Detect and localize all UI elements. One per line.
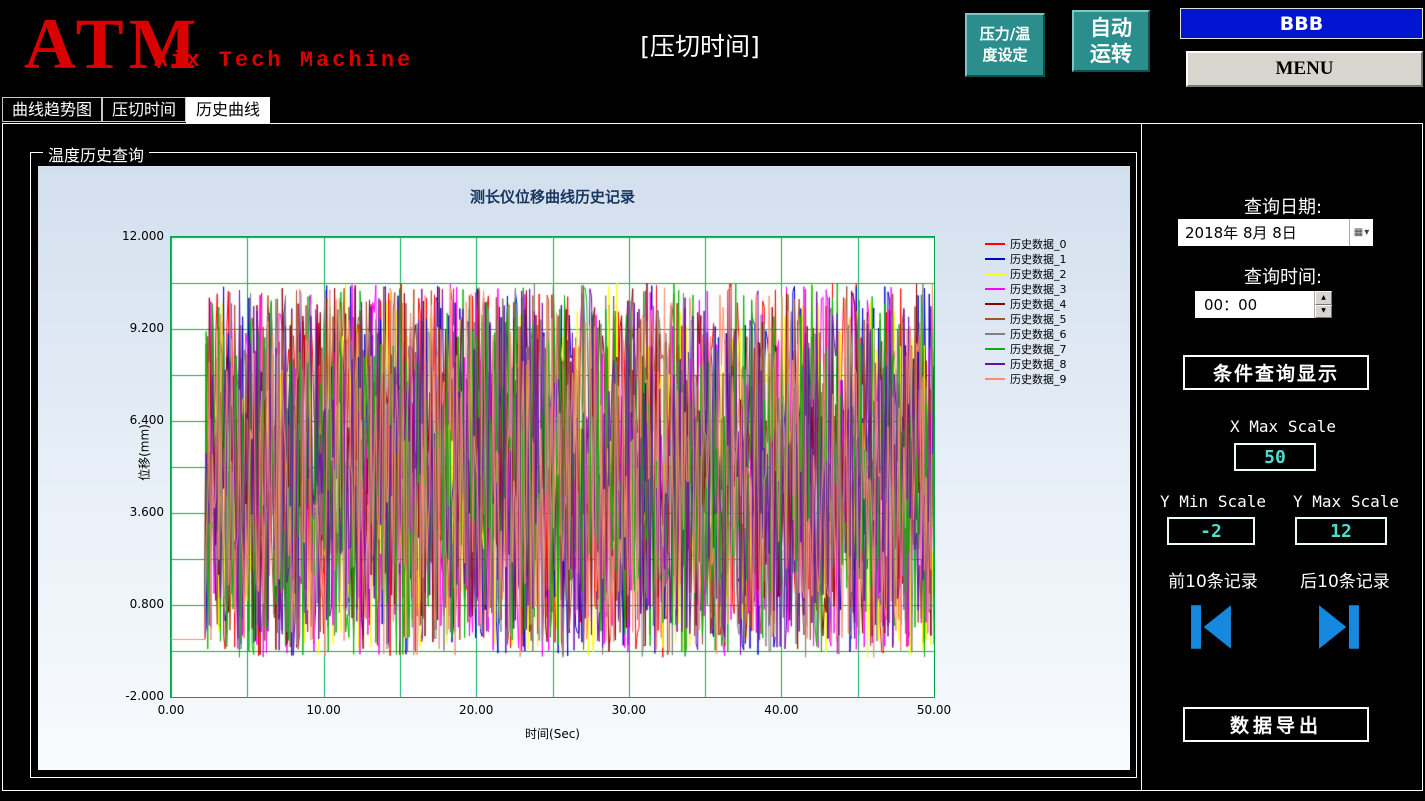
legend-series-label: 历史数据_1 [1010, 253, 1067, 266]
conditional-query-button[interactable]: 条件查询显示 [1183, 355, 1369, 390]
legend-series-label: 历史数据_8 [1010, 358, 1067, 371]
page-title: [压切时间] [640, 32, 760, 61]
query-control-panel: 查询日期: 2018年 8月 8日 ▦ ▾ 查询时间: 00：00 ▲ ▼ 条件查… [1143, 123, 1423, 791]
auto-run-button[interactable]: 自动 运转 [1072, 10, 1150, 72]
menu-button[interactable]: MENU [1186, 51, 1423, 87]
legend-series-label: 历史数据_6 [1010, 328, 1067, 341]
legend-color-swatch [985, 243, 1005, 245]
tab-bar: 曲线趋势图 压切时间 历史曲线 [2, 97, 271, 123]
chart-canvas [171, 237, 934, 697]
legend-item: 历史数据_5 [985, 312, 1067, 326]
chart-title: 测长仪位移曲线历史记录 [469, 188, 635, 206]
history-chart: 测长仪位移曲线历史记录 位移(mm) 时间(Sec) 历史数据_0 历史数据_1 历… [38, 166, 1130, 770]
chevron-down-icon: ▾ [1364, 227, 1370, 238]
x-max-scale-label: X Max Scale [1230, 417, 1336, 436]
app-logo-subtitle: Aix Tech Machine [154, 48, 414, 73]
app-logo: ATM [24, 4, 202, 84]
y-min-scale-input[interactable]: -2 [1167, 517, 1255, 545]
legend-series-label: 历史数据_2 [1010, 268, 1067, 281]
legend-item: 历史数据_1 [985, 252, 1067, 266]
legend-series-label: 历史数据_5 [1010, 313, 1067, 326]
x-tick-label: 10.00 [306, 703, 341, 717]
time-spinner: ▲ ▼ [1314, 291, 1332, 318]
tab-history-curve[interactable]: 历史曲线 [186, 97, 271, 123]
y-max-scale-label: Y Max Scale [1293, 492, 1399, 511]
status-banner: BBB [1180, 8, 1423, 39]
y-tick-label: 0.800 [129, 597, 164, 611]
panel-divider [1141, 123, 1142, 791]
query-time-value: 00：00 [1204, 296, 1258, 314]
legend-item: 历史数据_9 [985, 372, 1067, 386]
y-tick-label: -2.000 [125, 689, 164, 703]
legend-item: 历史数据_8 [985, 357, 1067, 371]
legend-item: 历史数据_7 [985, 342, 1067, 356]
query-date-input[interactable]: 2018年 8月 8日 ▦ ▾ [1178, 219, 1373, 246]
query-time-input[interactable]: 00：00 ▲ ▼ [1195, 291, 1332, 318]
spin-up-button[interactable]: ▲ [1315, 291, 1332, 305]
calendar-dropdown-button[interactable]: ▦ ▾ [1349, 219, 1373, 246]
legend-series-label: 历史数据_0 [1010, 238, 1067, 251]
prev-records-label: 前10条记录 [1168, 572, 1258, 592]
groupbox-title: 温度历史查询 [43, 142, 150, 166]
legend-item: 历史数据_3 [985, 282, 1067, 296]
legend-color-swatch [985, 273, 1005, 275]
y-max-scale-input[interactable]: 12 [1295, 517, 1387, 545]
legend-item: 历史数据_0 [985, 237, 1067, 251]
tab-press-cut-time[interactable]: 压切时间 [102, 97, 187, 122]
legend-color-swatch [985, 333, 1005, 335]
calendar-icon: ▦ [1353, 227, 1364, 238]
legend-series-label: 历史数据_3 [1010, 283, 1067, 296]
next-records-label: 后10条记录 [1300, 572, 1390, 592]
legend-series-label: 历史数据_9 [1010, 373, 1067, 386]
chart-legend: 历史数据_0 历史数据_1 历史数据_2 历史数据_3 历史数据_4 历史数据_5 历史数据… [985, 237, 1067, 386]
app-window: ATM Aix Tech Machine [压切时间] 压力/温 度设定 自动 … [0, 0, 1425, 801]
query-time-label: 查询时间: [1243, 267, 1323, 288]
y-tick-label: 12.000 [122, 229, 164, 243]
query-date-value: 2018年 8月 8日 [1185, 224, 1297, 242]
y-min-scale-label: Y Min Scale [1160, 492, 1266, 511]
query-date-label: 查询日期: [1243, 197, 1323, 218]
legend-series-label: 历史数据_4 [1010, 298, 1067, 311]
legend-color-swatch [985, 303, 1005, 305]
legend-item: 历史数据_2 [985, 267, 1067, 281]
legend-color-swatch [985, 363, 1005, 365]
legend-color-swatch [985, 288, 1005, 290]
legend-color-swatch [985, 378, 1005, 380]
pressure-temp-settings-button[interactable]: 压力/温 度设定 [965, 13, 1045, 77]
tab-curve-trend[interactable]: 曲线趋势图 [2, 97, 103, 122]
x-tick-label: 20.00 [459, 703, 494, 717]
chart-x-axis-label: 时间(Sec) [525, 727, 580, 741]
x-tick-label: 30.00 [611, 703, 646, 717]
skip-back-icon [1191, 605, 1231, 649]
y-tick-label: 9.200 [129, 321, 164, 335]
data-export-button[interactable]: 数据导出 [1183, 707, 1369, 742]
chart-plot-area [170, 236, 935, 698]
spin-down-button[interactable]: ▼ [1315, 304, 1332, 318]
x-tick-label: 0.00 [157, 703, 185, 717]
legend-item: 历史数据_4 [985, 297, 1067, 311]
x-tick-label: 40.00 [764, 703, 799, 717]
x-max-scale-input[interactable]: 50 [1234, 443, 1316, 471]
skip-forward-icon [1319, 605, 1359, 649]
legend-color-swatch [985, 258, 1005, 260]
next-records-button[interactable] [1309, 595, 1369, 661]
prev-records-button[interactable] [1181, 595, 1241, 661]
legend-color-swatch [985, 318, 1005, 320]
legend-series-label: 历史数据_7 [1010, 343, 1067, 356]
legend-color-swatch [985, 348, 1005, 350]
y-tick-label: 6.400 [129, 413, 164, 427]
y-tick-label: 3.600 [129, 505, 164, 519]
legend-item: 历史数据_6 [985, 327, 1067, 341]
x-tick-label: 50.00 [916, 703, 952, 717]
